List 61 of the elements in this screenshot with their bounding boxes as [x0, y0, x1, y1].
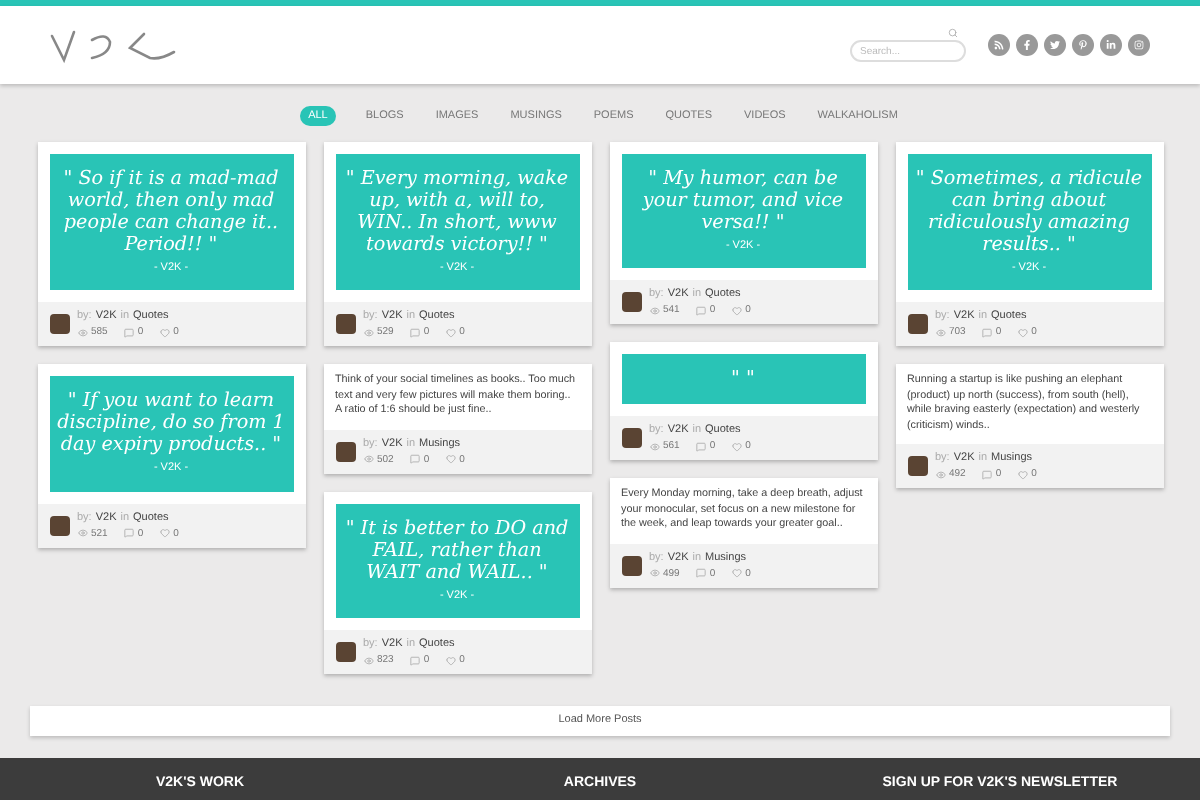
pinterest-button[interactable] [1072, 34, 1094, 56]
twitter-button[interactable] [1044, 34, 1066, 56]
rss-button[interactable] [988, 34, 1010, 56]
avatar [335, 441, 355, 462]
heart-icon [1017, 327, 1028, 338]
eye-icon [935, 469, 945, 480]
eye-icon [649, 305, 659, 316]
quote-text: " If you want to learn discipline, do so from 1 day expiry products.. " [57, 390, 285, 457]
eye-icon [77, 528, 87, 538]
comment-icon [123, 528, 134, 538]
avatar [621, 555, 641, 576]
eye-icon [363, 655, 373, 665]
quote-text: " It is better to DO and FAIL, rather than WAIT and WAIL.. " [343, 517, 571, 584]
avatar [335, 314, 355, 335]
heart-icon [1017, 469, 1028, 480]
eye-icon [649, 568, 659, 579]
heart-icon [731, 441, 742, 452]
facebook-icon [1022, 40, 1032, 50]
comment-icon [981, 469, 992, 480]
eye-icon [77, 327, 87, 338]
eye-icon [649, 441, 659, 452]
eye-icon [363, 454, 373, 465]
comment-icon [695, 568, 706, 579]
comment-icon [123, 327, 134, 338]
heart-icon [731, 568, 742, 579]
search-icon [948, 27, 958, 37]
comment-icon [695, 441, 706, 452]
avatar [621, 428, 641, 449]
logo-drawing [50, 27, 178, 63]
facebook-button[interactable] [1016, 34, 1038, 56]
linkedin-icon [1106, 40, 1116, 50]
heart-icon [445, 655, 456, 665]
heart-icon [159, 327, 170, 338]
twitter-icon [1050, 40, 1060, 50]
avatar [907, 314, 927, 335]
quote-text: " Sometimes, a ridicule can bring about ridiculously amazing results.. " [915, 168, 1143, 256]
comment-icon [409, 327, 420, 338]
instagram-button[interactable] [1128, 34, 1150, 56]
heart-icon [445, 454, 456, 465]
heart-icon [159, 528, 170, 538]
heart-icon [731, 305, 742, 316]
quote-text: " My humor, can be your tumor, and vice versa!! " [640, 168, 846, 234]
avatar [335, 642, 355, 662]
linkedin-button[interactable] [1100, 34, 1122, 56]
instagram-icon [1134, 40, 1144, 50]
quote-text: " So if it is a mad-mad world, then only mad people can change it.. Period!! " [61, 168, 281, 256]
quote-text: " Every morning, wake up, with a, will to, WIN.. In short, www towards victory!! " [343, 168, 571, 256]
comment-icon [409, 454, 420, 465]
pinterest-icon [1078, 40, 1088, 50]
quote-text: " " [731, 368, 755, 391]
rss-icon [994, 40, 1004, 50]
eye-icon [935, 327, 945, 338]
avatar [907, 456, 927, 477]
comment-icon [409, 655, 420, 665]
avatar [49, 515, 69, 535]
heart-icon [445, 327, 456, 338]
avatar [49, 314, 69, 335]
avatar [621, 292, 641, 313]
comment-icon [981, 327, 992, 338]
comment-icon [695, 305, 706, 316]
eye-icon [363, 327, 373, 338]
